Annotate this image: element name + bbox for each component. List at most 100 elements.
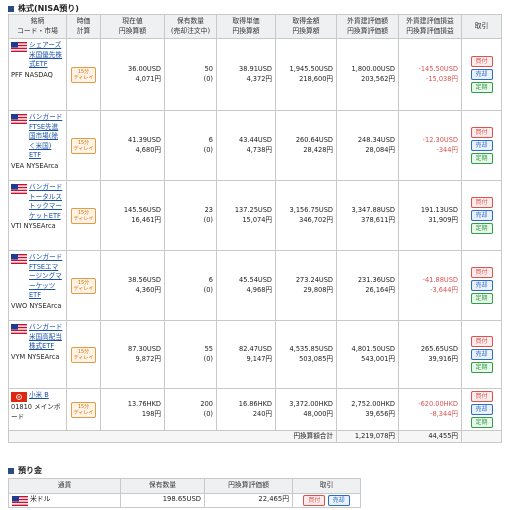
price-cell: 36.00USD 4,071円 bbox=[100, 38, 165, 111]
cost-total-jpy: 218,600円 bbox=[299, 74, 333, 83]
cost-unit-cell: 43.44USD 4,738円 bbox=[216, 110, 276, 181]
price: 36.00USD bbox=[128, 65, 161, 73]
cash-header-valuation: 円換算評価額 bbox=[204, 478, 293, 494]
buy-button[interactable]: 買付 bbox=[470, 197, 493, 208]
qty: 55 bbox=[204, 345, 213, 353]
timing-cell: 15分 ディレイ bbox=[66, 250, 101, 321]
pnl-jpy: 31,909円 bbox=[428, 215, 458, 224]
sell-button[interactable]: 売却 bbox=[470, 140, 493, 151]
buy-button[interactable]: 買付 bbox=[470, 391, 493, 402]
qty-pending: (0) bbox=[203, 74, 213, 83]
qty-cell: 6 (0) bbox=[164, 250, 217, 321]
stock-name-link[interactable]: バンガード FTSEエマージングマーケッツETF bbox=[29, 253, 64, 301]
valuation: 231.36USD bbox=[357, 276, 395, 284]
total-valuation: 1,219,078円 bbox=[336, 430, 399, 443]
stock-name-link[interactable]: シェアーズ 米国優先株式ETF bbox=[29, 41, 64, 70]
fixed-purchase-button[interactable]: 定期 bbox=[470, 153, 493, 164]
cost-unit: 137.25USD bbox=[234, 206, 272, 214]
price: 13.76HKD bbox=[127, 400, 161, 408]
cost-unit-cell: 137.25USD 15,074円 bbox=[216, 180, 276, 251]
pnl-jpy: -8,344円 bbox=[430, 409, 458, 418]
price-jpy: 198円 bbox=[141, 409, 161, 418]
valuation: 1,800.00USD bbox=[351, 65, 395, 73]
cost-total: 1,945.50USD bbox=[289, 65, 333, 73]
price: 41.39USD bbox=[128, 136, 161, 144]
cash-header-row: 通貨 保有数量 円換算評価額 取引 bbox=[8, 478, 361, 494]
cash-section-title: 預り金 bbox=[8, 465, 42, 476]
price-jpy: 16,461円 bbox=[131, 215, 161, 224]
fixed-purchase-button[interactable]: 定期 bbox=[470, 293, 493, 304]
header-pnl: 外貨建評価損益 円換算評価損益 bbox=[398, 14, 462, 39]
price-cell: 87.30USD 9,872円 bbox=[100, 320, 165, 389]
total-trade-empty bbox=[461, 430, 502, 443]
cash-currency: 米ドル bbox=[30, 495, 51, 504]
valuation: 248.34USD bbox=[357, 136, 395, 144]
us-flag-icon bbox=[11, 114, 27, 124]
qty-pending: (0) bbox=[203, 354, 213, 363]
timing-cell: 15分 ディレイ bbox=[66, 320, 101, 389]
qty: 50 bbox=[204, 65, 213, 73]
cost-total-jpy: 28,428円 bbox=[303, 145, 333, 154]
cash-currency-cell: 米ドル bbox=[8, 492, 121, 508]
buy-button[interactable]: 買付 bbox=[470, 127, 493, 138]
sell-button[interactable]: 売却 bbox=[470, 349, 493, 360]
stock-name-link[interactable]: バンガード FTSE先進国市場(除く米国) ETF bbox=[29, 113, 64, 161]
valuation-jpy: 543,001円 bbox=[361, 354, 395, 363]
cost-unit: 43.44USD bbox=[239, 136, 272, 144]
fixed-purchase-button[interactable]: 定期 bbox=[470, 82, 493, 93]
trade-cell: 買付 売却 定期 bbox=[461, 250, 502, 321]
sell-button[interactable]: 売却 bbox=[470, 69, 493, 80]
buy-button[interactable]: 買付 bbox=[470, 56, 493, 67]
cash-row: 米ドル 198.65USD 22,465円 買付 売却 bbox=[8, 492, 361, 508]
stock-code: VEA NYSEArca bbox=[11, 161, 59, 170]
cost-total-cell: 4,535.85USD 503,085円 bbox=[275, 320, 337, 389]
pnl-jpy: 39,916円 bbox=[428, 354, 458, 363]
sell-button[interactable]: 売却 bbox=[470, 404, 493, 415]
total-row: 円換算額合計 1,219,078円 44,455円 bbox=[8, 430, 502, 443]
fixed-purchase-button[interactable]: 定期 bbox=[470, 417, 493, 428]
cost-total-cell: 273.24USD 29,808円 bbox=[275, 250, 337, 321]
cost-total-jpy: 346,702円 bbox=[299, 215, 333, 224]
price-jpy: 4,071円 bbox=[135, 74, 161, 83]
stock-name-link[interactable]: バンガード 米国高配当株式ETF bbox=[29, 323, 64, 352]
us-flag-icon bbox=[11, 324, 27, 334]
valuation-cell: 231.36USD 26,164円 bbox=[336, 250, 399, 321]
delay-badge: 15分 ディレイ bbox=[70, 401, 97, 418]
cash-sell-button[interactable]: 売却 bbox=[327, 494, 350, 506]
pnl-jpy: -15,038円 bbox=[425, 74, 458, 83]
cost-total-jpy: 503,085円 bbox=[299, 354, 333, 363]
trade-cell: 買付 売却 定期 bbox=[461, 320, 502, 389]
total-pnl: 44,455円 bbox=[398, 430, 462, 443]
price-jpy: 4,680円 bbox=[135, 145, 161, 154]
stock-code: VTI NYSEArca bbox=[11, 222, 56, 230]
fixed-purchase-button[interactable]: 定期 bbox=[470, 223, 493, 234]
stock-row: シェアーズ 米国優先株式ETF PFF NASDAQ 15分 ディレイ 36.00USD… bbox=[8, 38, 502, 111]
cash-header-qty: 保有数量 bbox=[120, 478, 205, 494]
qty: 23 bbox=[204, 206, 213, 214]
stock-code: VYM NYSEArca bbox=[11, 352, 60, 361]
stock-name-link[interactable]: 小米 B bbox=[29, 391, 49, 401]
sell-button[interactable]: 売却 bbox=[470, 210, 493, 221]
stocks-header-row: 銘柄 コード・市場 時価 計算 現在値 円換算額 保有数量 (売却注文中) 取得単価 円換… bbox=[8, 14, 502, 39]
stock-name-link[interactable]: バンガード トータルストックマーケットETF bbox=[29, 183, 64, 221]
cost-total-jpy: 48,000円 bbox=[303, 409, 333, 418]
fixed-purchase-button[interactable]: 定期 bbox=[470, 362, 493, 373]
cash-qty: 198.65USD bbox=[120, 492, 205, 508]
timing-cell: 15分 ディレイ bbox=[66, 110, 101, 181]
qty: 6 bbox=[208, 276, 213, 284]
pnl-cell: 265.65USD 39,916円 bbox=[398, 320, 462, 389]
valuation-jpy: 378,611円 bbox=[361, 215, 395, 224]
stock-row: バンガード トータルストックマーケットETF VTI NYSEArca 15分 ディレ… bbox=[8, 180, 502, 251]
stocks-table: 銘柄 コード・市場 時価 計算 現在値 円換算額 保有数量 (売却注文中) 取得単価 円換… bbox=[8, 14, 502, 443]
cash-buy-button[interactable]: 買付 bbox=[303, 494, 326, 506]
price: 145.56USD bbox=[123, 206, 161, 214]
cost-total-cell: 3,156.75USD 346,702円 bbox=[275, 180, 337, 251]
buy-button[interactable]: 買付 bbox=[470, 336, 493, 347]
sell-button[interactable]: 売却 bbox=[470, 280, 493, 291]
total-label: 円換算額合計 bbox=[8, 430, 337, 443]
stock-row: バンガード FTSEエマージングマーケッツETF VWO NYSEArca 15分デ… bbox=[8, 250, 502, 321]
cost-total: 260.64USD bbox=[295, 136, 333, 144]
stock-code: 01810 メインボード bbox=[11, 403, 61, 421]
delay-badge: 15分 ディレイ bbox=[70, 277, 97, 294]
buy-button[interactable]: 買付 bbox=[470, 267, 493, 278]
